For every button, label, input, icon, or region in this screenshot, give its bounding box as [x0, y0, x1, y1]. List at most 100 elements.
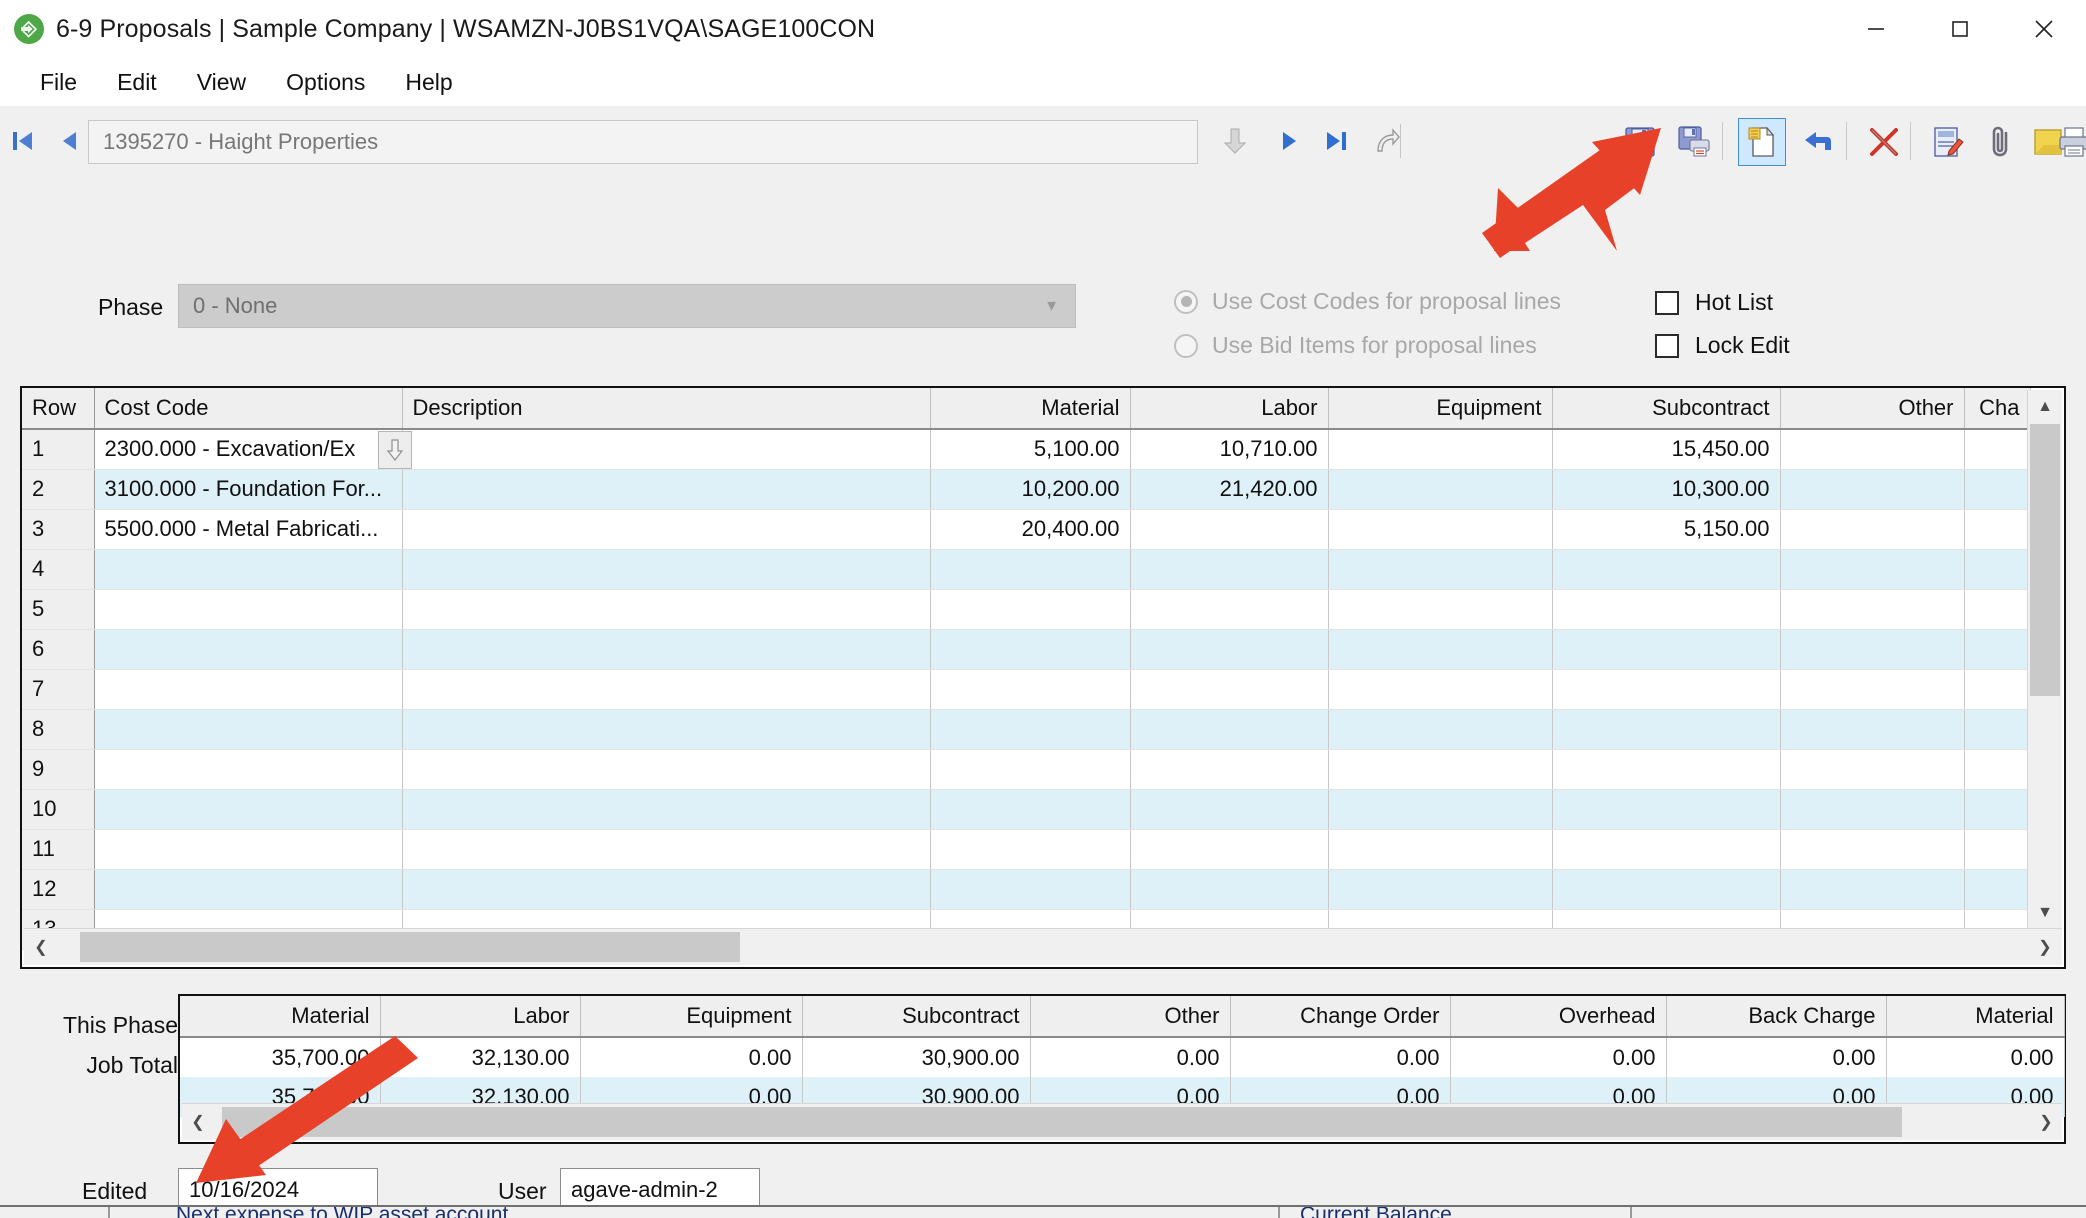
- cell-description[interactable]: [402, 429, 931, 470]
- close-button[interactable]: [2002, 0, 2086, 58]
- table-row[interactable]: 2 3100.000 - Foundation For... 10,200.00 21…: [22, 469, 2031, 510]
- record-lookup-field[interactable]: 1395270 - Haight Properties: [88, 120, 1198, 164]
- cell-description[interactable]: [402, 869, 931, 910]
- cell-subcontract[interactable]: [1552, 749, 1781, 790]
- cell-other[interactable]: [1780, 629, 1965, 670]
- table-row[interactable]: 7: [22, 669, 2031, 710]
- last-record-icon[interactable]: [1320, 124, 1354, 158]
- totals-scroll-right-icon[interactable]: ❯: [2030, 1112, 2062, 1132]
- cell-other[interactable]: [1780, 709, 1965, 750]
- cell-equipment[interactable]: [1328, 749, 1553, 790]
- cell-other[interactable]: [1780, 589, 1965, 630]
- cell-cost_code[interactable]: [94, 789, 403, 830]
- cell-material[interactable]: 20,400.00: [930, 509, 1131, 550]
- cell-row[interactable]: 9: [22, 749, 95, 790]
- cell-material[interactable]: [930, 589, 1131, 630]
- undo-toolbar-button[interactable]: [1794, 118, 1842, 166]
- cell-cost_code[interactable]: [94, 589, 403, 630]
- cell-description[interactable]: [402, 789, 931, 830]
- menu-item-file[interactable]: File: [22, 65, 95, 100]
- totals-horizontal-scrollbar[interactable]: ❮ ❯: [182, 1103, 2062, 1140]
- phase-select[interactable]: 0 - None ▼: [178, 284, 1076, 328]
- grid-header-labor[interactable]: Labor: [1130, 388, 1329, 430]
- cell-labor[interactable]: [1130, 509, 1329, 550]
- cell-subcontract[interactable]: 10,300.00: [1552, 469, 1781, 510]
- grid-header-cost_code[interactable]: Cost Code: [94, 388, 403, 430]
- table-row[interactable]: 6: [22, 629, 2031, 670]
- cost-code-lookup-icon[interactable]: [378, 431, 412, 469]
- table-row[interactable]: 11: [22, 829, 2031, 870]
- table-row[interactable]: 1 2300.000 - Excavation/Ex 5,100.00 10,710.…: [22, 429, 2031, 470]
- cell-description[interactable]: [402, 589, 931, 630]
- checkbox-hot-list[interactable]: Hot List: [1655, 289, 1773, 316]
- previous-record-icon[interactable]: [52, 124, 86, 158]
- cell-labor[interactable]: [1130, 749, 1329, 790]
- cell-subcontract[interactable]: [1552, 869, 1781, 910]
- cell-cost_code[interactable]: [94, 709, 403, 750]
- totals-h-scroll-track[interactable]: [214, 1107, 2030, 1137]
- cell-row[interactable]: 12: [22, 869, 95, 910]
- grid-header-row[interactable]: Row: [22, 388, 95, 430]
- save-toolbar-button[interactable]: [1616, 118, 1664, 166]
- scroll-left-icon[interactable]: ❮: [24, 937, 58, 957]
- cell-labor[interactable]: 21,420.00: [1130, 469, 1329, 510]
- grid-header-other[interactable]: Other: [1780, 388, 1965, 430]
- cell-row[interactable]: 11: [22, 829, 95, 870]
- grid-vertical-scrollbar[interactable]: ▲ ▼: [2027, 390, 2062, 930]
- cell-cost_code[interactable]: 2300.000 - Excavation/Ex: [94, 429, 403, 470]
- cell-cost_code[interactable]: [94, 749, 403, 790]
- menu-item-view[interactable]: View: [179, 65, 264, 100]
- cell-equipment[interactable]: [1328, 549, 1553, 590]
- cell-equipment[interactable]: [1328, 829, 1553, 870]
- cell-other[interactable]: [1780, 669, 1965, 710]
- cell-labor[interactable]: [1130, 829, 1329, 870]
- totals-scroll-left-icon[interactable]: ❮: [182, 1112, 214, 1132]
- grid-h-scroll-thumb[interactable]: [80, 932, 740, 962]
- radio-use-cost-codes[interactable]: Use Cost Codes for proposal lines: [1174, 288, 1561, 315]
- cell-other[interactable]: [1780, 749, 1965, 790]
- cell-material[interactable]: [930, 789, 1131, 830]
- menu-item-options[interactable]: Options: [268, 65, 383, 100]
- cell-cost_code[interactable]: 5500.000 - Metal Fabricati...: [94, 509, 403, 550]
- go-to-record-icon[interactable]: [1370, 124, 1404, 158]
- cell-subcontract[interactable]: [1552, 589, 1781, 630]
- cell-change[interactable]: [1964, 549, 2031, 590]
- cell-subcontract[interactable]: 5,150.00: [1552, 509, 1781, 550]
- cell-equipment[interactable]: [1328, 509, 1553, 550]
- checkbox-lock-edit[interactable]: Lock Edit: [1655, 332, 1790, 359]
- cell-cost_code[interactable]: [94, 549, 403, 590]
- cell-description[interactable]: [402, 549, 931, 590]
- cell-cost_code[interactable]: [94, 629, 403, 670]
- totals-panel[interactable]: Material Labor Equipment Subcontract Other Ch…: [178, 994, 2066, 1144]
- cell-equipment[interactable]: [1328, 629, 1553, 670]
- cell-subcontract[interactable]: [1552, 709, 1781, 750]
- cell-change[interactable]: [1964, 709, 2031, 750]
- edit-notes-toolbar-button[interactable]: [1924, 118, 1972, 166]
- cell-material[interactable]: 5,100.00: [930, 429, 1131, 470]
- delete-toolbar-button[interactable]: [1860, 118, 1908, 166]
- cell-subcontract[interactable]: [1552, 669, 1781, 710]
- cell-subcontract[interactable]: [1552, 629, 1781, 670]
- cell-row[interactable]: 8: [22, 709, 95, 750]
- table-row[interactable]: 10: [22, 789, 2031, 830]
- cell-description[interactable]: [402, 709, 931, 750]
- cell-cost_code[interactable]: [94, 669, 403, 710]
- cell-cost_code[interactable]: [94, 869, 403, 910]
- cell-material[interactable]: 10,200.00: [930, 469, 1131, 510]
- cell-subcontract[interactable]: [1552, 549, 1781, 590]
- grid-v-scroll-thumb[interactable]: [2030, 424, 2060, 696]
- cell-other[interactable]: [1780, 549, 1965, 590]
- save-and-print-toolbar-button[interactable]: [1670, 118, 1718, 166]
- cell-description[interactable]: [402, 629, 931, 670]
- cell-equipment[interactable]: [1328, 789, 1553, 830]
- cell-equipment[interactable]: [1328, 469, 1553, 510]
- cell-row[interactable]: 1: [22, 429, 95, 470]
- cell-change[interactable]: [1964, 669, 2031, 710]
- proposal-lines-grid[interactable]: Row Cost Code Description Material Labor Equi…: [20, 386, 2066, 969]
- cell-material[interactable]: [930, 669, 1131, 710]
- cell-material[interactable]: [930, 549, 1131, 590]
- cell-other[interactable]: [1780, 469, 1965, 510]
- print-toolbar-button[interactable]: [2050, 118, 2086, 166]
- cell-material[interactable]: [930, 829, 1131, 870]
- next-record-icon[interactable]: [1272, 124, 1306, 158]
